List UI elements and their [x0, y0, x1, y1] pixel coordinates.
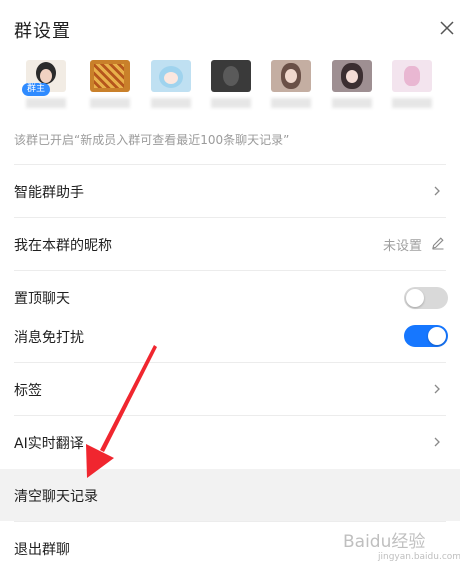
ai-translate-row[interactable]: AI实时翻译: [0, 416, 460, 468]
smart-assistant-label: 智能群助手: [14, 185, 84, 201]
avatar: [332, 60, 372, 92]
toggle-knob: [428, 327, 446, 345]
watermark-sub: jingyan.baidu.com: [378, 552, 460, 562]
toggle-knob: [406, 289, 424, 307]
member-name-blurred: [26, 98, 66, 108]
watermark: Baidu经验: [343, 532, 426, 552]
owner-badge: 群主: [22, 83, 51, 96]
member-name-blurred: [211, 98, 251, 108]
clear-history-row[interactable]: 清空聊天记录: [0, 469, 460, 521]
leave-group-label: 退出群聊: [14, 542, 70, 558]
do-not-disturb-toggle[interactable]: [404, 325, 448, 347]
avatar: [151, 60, 191, 92]
group-nickname-label: 我在本群的昵称: [14, 238, 112, 254]
group-nickname-row[interactable]: 我在本群的昵称 未设置: [0, 218, 460, 270]
member-avatar[interactable]: [332, 60, 372, 108]
member-avatar[interactable]: [211, 60, 251, 108]
chevron-right-icon: [434, 384, 440, 394]
do-not-disturb-label: 消息免打扰: [14, 330, 84, 346]
do-not-disturb-row: 消息免打扰: [0, 310, 460, 362]
avatar: [271, 60, 311, 92]
member-name-blurred: [151, 98, 191, 108]
pencil-edit-icon[interactable]: [431, 236, 445, 250]
member-name-blurred: [332, 98, 372, 108]
avatar: [90, 60, 130, 92]
member-avatar[interactable]: [271, 60, 311, 108]
tags-label: 标签: [14, 383, 42, 399]
avatar: [211, 60, 251, 92]
pin-chat-label: 置顶聊天: [14, 291, 70, 307]
header: 群设置: [0, 0, 460, 56]
page-title: 群设置: [14, 21, 71, 42]
member-avatar[interactable]: [151, 60, 191, 108]
member-name-blurred: [90, 98, 130, 108]
member-avatar[interactable]: [90, 60, 130, 108]
nickname-value: 未设置: [383, 239, 423, 254]
history-notice: 该群已开启“新成员入群可查看最近100条聊天记录”: [14, 133, 290, 147]
pin-chat-toggle[interactable]: [404, 287, 448, 309]
tags-row[interactable]: 标签: [0, 363, 460, 415]
close-icon[interactable]: [437, 18, 457, 38]
member-name-blurred: [271, 98, 311, 108]
chevron-right-icon: [434, 437, 440, 447]
ai-translate-label: AI实时翻译: [14, 436, 84, 452]
clear-history-label: 清空聊天记录: [14, 489, 98, 505]
avatar: [392, 60, 432, 92]
smart-assistant-row[interactable]: 智能群助手: [0, 165, 460, 217]
chevron-right-icon: [434, 186, 440, 196]
member-list: [0, 56, 460, 126]
member-name-blurred: [392, 98, 432, 108]
member-avatar[interactable]: [392, 60, 432, 108]
